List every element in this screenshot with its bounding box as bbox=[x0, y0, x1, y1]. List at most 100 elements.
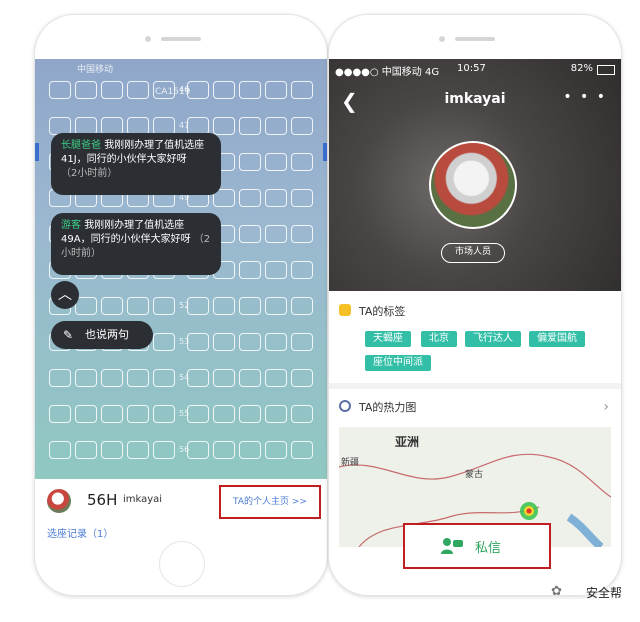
tags-section: TA的标签 天蝎座 北京 飞行达人 偏爱国航 座位中间派 bbox=[329, 291, 621, 389]
collapse-button[interactable]: ︿ bbox=[51, 281, 79, 309]
seat[interactable] bbox=[291, 261, 313, 279]
seat[interactable] bbox=[101, 81, 123, 99]
seat[interactable] bbox=[101, 297, 123, 315]
seat[interactable] bbox=[187, 297, 209, 315]
seat[interactable] bbox=[265, 261, 287, 279]
seat[interactable] bbox=[265, 369, 287, 387]
seat[interactable] bbox=[291, 153, 313, 171]
seat[interactable] bbox=[187, 81, 209, 99]
seat-social-screen: 中国移动 CA1519 4647484950515253545556 长腿爸爸 … bbox=[35, 59, 327, 547]
seat[interactable] bbox=[239, 261, 261, 279]
seat[interactable] bbox=[239, 225, 261, 243]
seat[interactable] bbox=[75, 297, 97, 315]
seat[interactable] bbox=[153, 441, 175, 459]
profile-home-link[interactable]: TA的个人主页 >> bbox=[219, 485, 321, 519]
seat[interactable] bbox=[239, 441, 261, 459]
profile-avatar[interactable] bbox=[429, 141, 517, 229]
private-message-label: 私信 bbox=[475, 541, 502, 556]
row-number: 53 bbox=[179, 337, 190, 346]
seat[interactable] bbox=[213, 441, 235, 459]
seat[interactable] bbox=[291, 369, 313, 387]
tag-chip: 座位中间派 bbox=[365, 355, 431, 371]
seat[interactable] bbox=[265, 297, 287, 315]
seat[interactable] bbox=[101, 441, 123, 459]
seat[interactable] bbox=[291, 441, 313, 459]
seat[interactable] bbox=[75, 441, 97, 459]
seat[interactable] bbox=[239, 153, 261, 171]
profile-header: ●●●●○ 中国移动 4G 10:57 82% ❮ imkayai • • • … bbox=[329, 59, 621, 291]
seat[interactable] bbox=[291, 333, 313, 351]
seat[interactable] bbox=[187, 333, 209, 351]
seat[interactable] bbox=[291, 405, 313, 423]
seat[interactable] bbox=[291, 225, 313, 243]
seat[interactable] bbox=[213, 369, 235, 387]
seat[interactable] bbox=[153, 81, 175, 99]
seat[interactable] bbox=[239, 405, 261, 423]
battery-icon bbox=[597, 65, 615, 75]
seat[interactable] bbox=[101, 369, 123, 387]
seat[interactable] bbox=[213, 297, 235, 315]
seat[interactable] bbox=[239, 369, 261, 387]
seat[interactable] bbox=[75, 405, 97, 423]
seat[interactable] bbox=[265, 225, 287, 243]
seat-number: 56H bbox=[87, 491, 118, 509]
seat[interactable] bbox=[239, 189, 261, 207]
seat[interactable] bbox=[153, 297, 175, 315]
tag-chip: 偏爱国航 bbox=[529, 331, 585, 347]
row-number: 55 bbox=[179, 409, 190, 418]
right-side-tab[interactable] bbox=[323, 143, 327, 161]
seat[interactable] bbox=[265, 405, 287, 423]
seat[interactable] bbox=[213, 333, 235, 351]
seat[interactable] bbox=[291, 81, 313, 99]
watermark-label: 安全帮 bbox=[585, 586, 622, 600]
say-something-button[interactable]: ✎ 也说两句 bbox=[51, 321, 153, 349]
seat[interactable] bbox=[49, 441, 71, 459]
seat[interactable] bbox=[49, 369, 71, 387]
seat[interactable] bbox=[153, 369, 175, 387]
battery-label: 82% bbox=[570, 63, 593, 74]
seat[interactable] bbox=[239, 117, 261, 135]
profile-screen: ●●●●○ 中国移动 4G 10:57 82% ❮ imkayai • • • … bbox=[329, 59, 621, 547]
seat[interactable] bbox=[153, 333, 175, 351]
seat[interactable] bbox=[127, 81, 149, 99]
seat[interactable] bbox=[213, 81, 235, 99]
more-options-icon[interactable]: • • • bbox=[563, 89, 607, 105]
seat[interactable] bbox=[213, 117, 235, 135]
left-phone-frame: 中国移动 CA1519 4647484950515253545556 长腿爸爸 … bbox=[34, 14, 328, 596]
seat[interactable] bbox=[291, 117, 313, 135]
seat[interactable] bbox=[127, 297, 149, 315]
seat[interactable] bbox=[75, 81, 97, 99]
avatar[interactable] bbox=[47, 489, 71, 513]
seat[interactable] bbox=[187, 369, 209, 387]
seat[interactable] bbox=[127, 441, 149, 459]
chevron-up-icon: ︿ bbox=[58, 287, 72, 303]
seat[interactable] bbox=[127, 369, 149, 387]
seat[interactable] bbox=[265, 441, 287, 459]
seat[interactable] bbox=[239, 333, 261, 351]
seat[interactable] bbox=[265, 189, 287, 207]
seat[interactable] bbox=[187, 441, 209, 459]
home-button[interactable] bbox=[159, 541, 205, 587]
chat-text: 我刚刚办理了值机选座49A，同行的小伙伴大家好呀 bbox=[61, 220, 191, 245]
seat[interactable] bbox=[265, 333, 287, 351]
seat[interactable] bbox=[101, 405, 123, 423]
seat[interactable] bbox=[265, 81, 287, 99]
seat[interactable] bbox=[265, 153, 287, 171]
seat[interactable] bbox=[49, 405, 71, 423]
seat[interactable] bbox=[75, 369, 97, 387]
row-number: 54 bbox=[179, 373, 190, 382]
seat[interactable] bbox=[127, 405, 149, 423]
seat[interactable] bbox=[153, 405, 175, 423]
seat[interactable] bbox=[239, 297, 261, 315]
seat[interactable] bbox=[187, 405, 209, 423]
left-side-tab[interactable] bbox=[35, 143, 39, 161]
seat[interactable] bbox=[291, 297, 313, 315]
chevron-right-icon[interactable]: › bbox=[603, 399, 609, 415]
seat[interactable] bbox=[291, 189, 313, 207]
seat[interactable] bbox=[265, 117, 287, 135]
tag-icon bbox=[339, 304, 351, 316]
seat[interactable] bbox=[213, 405, 235, 423]
private-message-button[interactable]: 私信 bbox=[403, 523, 551, 569]
seat[interactable] bbox=[239, 81, 261, 99]
seat[interactable] bbox=[49, 81, 71, 99]
